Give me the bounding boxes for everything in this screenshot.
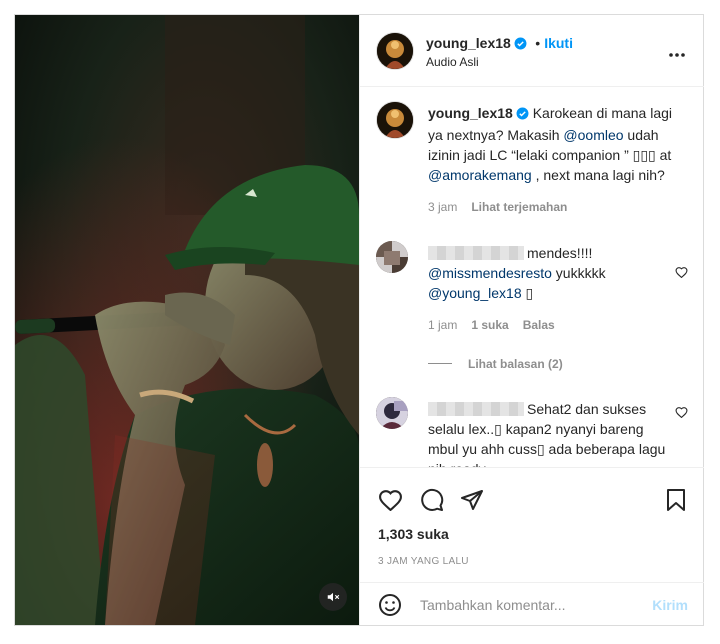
more-options-button[interactable] [668,45,686,63]
mention-link[interactable]: @young_lex18 [428,285,522,301]
caption-meta: 3 jam Lihat terjemahan [428,197,690,217]
post-card: young_lex18 • Ikuti Audio Asli young_lex… [14,14,704,626]
post-video[interactable] [15,15,359,625]
view-replies-link[interactable]: Lihat balasan (2) [468,357,563,371]
verified-badge-icon [516,105,529,125]
follow-button[interactable]: Ikuti [544,35,573,51]
author-avatar[interactable] [376,32,414,70]
blurred-username [428,402,524,416]
post-header: young_lex18 • Ikuti Audio Asli [360,15,704,87]
more-options-icon [669,53,685,57]
emoji-icon [379,594,401,616]
verified-badge-icon [514,37,527,55]
comment-meta: 1 jam 1 suka Balas [428,315,668,335]
heart-icon [675,267,688,279]
comment-text: mendes!!!! [527,245,593,261]
comment-item: Sehat2 dan sukses selalu lex..▯ kapan2 n… [428,399,668,467]
post-comment-button[interactable]: Kirim [652,597,688,613]
comment-time[interactable]: 1 jam [428,318,457,332]
caption-body: , next mana lagi nih? [531,167,665,183]
comment-text: ▯ [521,285,534,301]
see-translation-link[interactable]: Lihat terjemahan [471,200,567,214]
heart-icon [379,490,402,512]
comment-like-button[interactable] [675,265,688,283]
avatar-image [377,102,413,138]
audio-label[interactable]: Audio Asli [426,55,479,69]
commenter-avatar[interactable] [376,397,408,429]
emoji-button[interactable] [378,593,402,622]
caption-time[interactable]: 3 jam [428,200,457,214]
comment-text: yukkkkk [551,265,606,281]
caption-avatar[interactable] [376,101,414,139]
header-title-row: young_lex18 • Ikuti [426,35,573,55]
caption-text: young_lex18 Karokean di mana lagi ya nex… [428,103,690,217]
comment-item: mendes!!!! @missmendesresto yukkkkk @you… [428,243,668,335]
share-button[interactable] [460,488,484,517]
heart-icon [675,407,688,419]
caption-username[interactable]: young_lex18 [428,105,513,121]
share-icon [461,490,483,510]
muted-speaker-icon [327,592,340,602]
post-side-panel: young_lex18 • Ikuti Audio Asli young_lex… [359,15,704,625]
like-button[interactable] [378,488,403,516]
comment-icon [421,488,444,511]
author-username[interactable]: young_lex18 [426,35,511,51]
mention-link[interactable]: @oomleo [563,127,623,143]
bookmark-icon [667,489,685,511]
commenter-avatar[interactable] [376,241,408,273]
comments-section[interactable]: young_lex18 Karokean di mana lagi ya nex… [360,87,704,467]
add-comment-bar: Tambahkan komentar... Kirim [360,582,704,627]
comment-likes[interactable]: 1 suka [471,318,508,332]
replies-divider [428,363,452,364]
blurred-username [428,246,524,260]
like-count[interactable]: 1,303 suka [378,526,449,542]
post-date[interactable]: 3 JAM YANG LALU [378,556,469,567]
mute-button[interactable] [319,583,347,611]
avatar-image [377,33,413,69]
avatar-image [376,397,408,429]
comment-button[interactable] [420,488,444,517]
reply-button[interactable]: Balas [523,318,555,332]
comment-input[interactable]: Tambahkan komentar... [420,597,566,613]
view-replies-row[interactable]: Lihat balasan (2) [428,355,563,373]
separator-dot: • [535,35,541,51]
save-button[interactable] [666,488,686,517]
video-frame [15,15,359,625]
post-actions: 1,303 suka 3 JAM YANG LALU Tambahkan kom… [360,467,704,626]
mention-link[interactable]: @missmendesresto [428,265,552,281]
comment-like-button[interactable] [675,405,688,423]
mention-link[interactable]: @amorakemang [428,167,532,183]
avatar-image [376,241,408,273]
